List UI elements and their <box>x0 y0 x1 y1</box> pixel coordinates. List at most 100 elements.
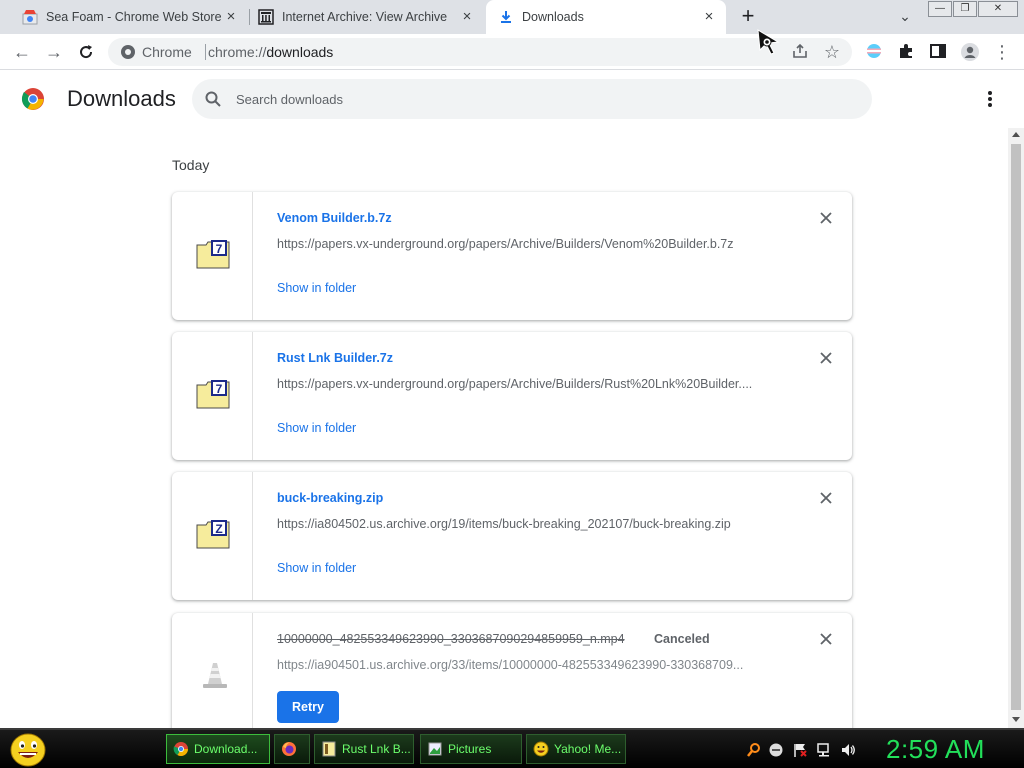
taskbar-item-label: Rust Lnk B... <box>342 742 411 756</box>
pictures-folder-icon <box>428 742 442 756</box>
reload-icon[interactable] <box>76 42 96 62</box>
taskbar-item-downloads[interactable]: Download... <box>166 734 270 764</box>
show-in-folder-link[interactable]: Show in folder <box>277 561 356 575</box>
profile-flag-icon[interactable] <box>864 42 884 62</box>
file-name-link[interactable]: Venom Builder.b.7z <box>277 211 392 225</box>
volume-icon[interactable] <box>840 742 856 758</box>
address-bar[interactable]: Chrome chrome://downloads ☆ <box>108 38 852 66</box>
file-name-link[interactable]: Rust Lnk Builder.7z <box>277 351 393 365</box>
url-scheme: chrome:// <box>208 44 267 60</box>
restore-icon[interactable]: ❐ <box>953 1 977 17</box>
close-tab-icon[interactable]: × <box>702 9 716 24</box>
network-tray-icon[interactable] <box>816 742 832 758</box>
firefox-icon <box>282 742 296 756</box>
download-item: 7 Venom Builder.b.7z https://papers.vx-u… <box>172 192 852 320</box>
chrome-icon <box>121 45 135 59</box>
close-icon[interactable] <box>820 492 832 504</box>
tab-downloads[interactable]: Downloads × <box>486 0 726 34</box>
tab-title: Sea Foam - Chrome Web Store <box>46 10 222 24</box>
download-item: 7 Rust Lnk Builder.7z https://papers.vx-… <box>172 332 852 460</box>
mouse-cursor-icon <box>757 29 780 55</box>
omnibox-divider <box>205 44 206 60</box>
file-name-link[interactable]: 10000000_482553349623990_330368709029485… <box>277 632 625 646</box>
file-url[interactable]: https://papers.vx-underground.org/papers… <box>277 237 777 251</box>
file-url[interactable]: https://ia904501.us.archive.org/33/items… <box>277 658 777 672</box>
taskbar-item-firefox[interactable] <box>274 734 310 764</box>
svg-text:7: 7 <box>216 242 223 256</box>
file-icon-column <box>172 613 253 728</box>
7z-archive-icon: 7 <box>196 380 230 409</box>
scroll-down-arrow-icon[interactable] <box>1012 717 1020 722</box>
scroll-thumb[interactable] <box>1011 144 1021 710</box>
more-vert-icon[interactable]: ⋮ <box>992 42 1012 62</box>
chrome-icon <box>173 742 188 756</box>
download-icon <box>501 11 511 23</box>
share-icon[interactable] <box>790 42 810 62</box>
taskbar-item-label: Download... <box>194 742 258 756</box>
document-icon <box>322 741 336 757</box>
vertical-scrollbar[interactable] <box>1008 128 1024 728</box>
taskbar-item-label: Yahoo! Me... <box>554 742 622 756</box>
svg-text:Z: Z <box>215 522 222 536</box>
flag-tray-icon[interactable] <box>792 742 808 758</box>
taskbar-item-rust-lnk[interactable]: Rust Lnk B... <box>314 734 414 764</box>
taskbar-clock[interactable]: 2:59 AM <box>886 734 985 765</box>
close-icon[interactable] <box>820 352 832 364</box>
page-header: Downloads <box>0 70 1024 128</box>
zip-archive-icon: Z <box>196 520 230 549</box>
download-item-canceled: 10000000_482553349623990_330368709029485… <box>172 613 852 728</box>
taskbar-item-yahoo-messenger[interactable]: Yahoo! Me... <box>526 734 626 764</box>
close-icon[interactable] <box>820 212 832 224</box>
7z-archive-icon: 7 <box>196 240 230 269</box>
downloads-list: Today 7 Venom Builder.b.7z https://paper… <box>0 128 1008 728</box>
close-window-icon[interactable]: ✕ <box>978 1 1018 17</box>
omnibox-chip-label: Chrome <box>142 44 192 60</box>
status-badge: Canceled <box>654 632 710 646</box>
tab-sea-foam[interactable]: Sea Foam - Chrome Web Store × <box>12 0 248 34</box>
search-icon <box>205 91 221 107</box>
file-url[interactable]: https://ia804502.us.archive.org/19/items… <box>277 517 777 531</box>
tab-title: Internet Archive: View Archive <box>282 10 448 24</box>
download-item: Z buck-breaking.zip https://ia804502.us.… <box>172 472 852 600</box>
retry-button[interactable]: Retry <box>277 691 339 723</box>
vlc-cone-icon <box>203 663 227 688</box>
close-icon[interactable] <box>820 633 832 645</box>
smiley-start-icon[interactable] <box>10 733 46 767</box>
back-arrow-icon[interactable]: ← <box>12 42 32 62</box>
tab-strip: Sea Foam - Chrome Web Store × Internet A… <box>0 0 1024 34</box>
search-box[interactable] <box>192 79 872 119</box>
search-input[interactable] <box>236 89 836 109</box>
tab-internet-archive[interactable]: Internet Archive: View Archive × <box>250 0 484 34</box>
url-text[interactable]: chrome://downloads <box>208 44 333 60</box>
page-title: Downloads <box>67 86 176 111</box>
scroll-up-arrow-icon[interactable] <box>1012 132 1020 137</box>
side-panel-icon[interactable] <box>928 42 948 62</box>
minimize-icon[interactable]: — <box>928 1 952 17</box>
file-icon-column: 7 <box>172 192 253 320</box>
new-tab-icon[interactable]: + <box>737 5 759 27</box>
forward-arrow-icon[interactable]: → <box>44 42 64 62</box>
chevron-down-icon[interactable]: ⌄ <box>896 8 914 26</box>
web-store-icon <box>22 10 38 25</box>
taskbar: Download... Rust Lnk B... Pictures Yahoo… <box>0 728 1024 768</box>
status-tray-icon[interactable] <box>768 742 784 758</box>
close-tab-icon[interactable]: × <box>224 9 238 24</box>
avatar[interactable] <box>960 42 980 62</box>
taskbar-item-pictures[interactable]: Pictures <box>420 734 522 764</box>
search-tray-icon[interactable] <box>746 742 762 758</box>
star-icon[interactable]: ☆ <box>822 42 842 62</box>
file-icon-column: 7 <box>172 332 253 460</box>
taskbar-item-label: Pictures <box>448 742 492 756</box>
date-section-label: Today <box>172 157 210 173</box>
more-actions-icon[interactable] <box>980 89 1000 109</box>
show-in-folder-link[interactable]: Show in folder <box>277 421 356 435</box>
chrome-logo-icon <box>21 88 44 110</box>
file-url[interactable]: https://papers.vx-underground.org/papers… <box>277 377 777 391</box>
show-in-folder-link[interactable]: Show in folder <box>277 281 356 295</box>
close-tab-icon[interactable]: × <box>460 9 474 24</box>
toolbar: ← → Chrome chrome://downloads ☆ ⋮ <box>0 34 1024 70</box>
file-name-link[interactable]: buck-breaking.zip <box>277 491 383 505</box>
extensions-puzzle-icon[interactable] <box>896 42 916 62</box>
yahoo-smiley-icon <box>533 741 549 757</box>
tab-title: Downloads <box>522 10 584 24</box>
